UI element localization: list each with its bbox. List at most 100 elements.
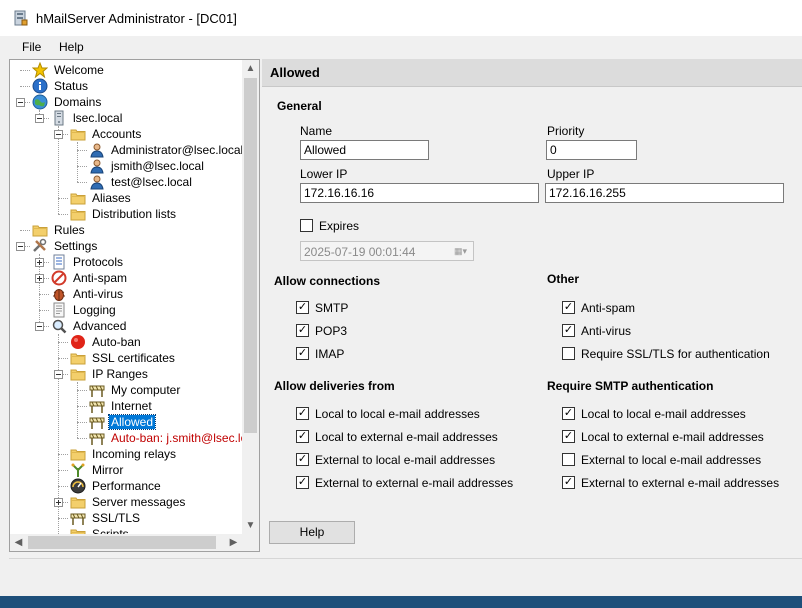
checkbox-label: External to external e-mail addresses — [315, 476, 514, 490]
tree-connector — [39, 310, 49, 311]
app-icon — [14, 10, 28, 26]
vertical-scroll-thumb[interactable] — [244, 78, 257, 433]
user-icon — [90, 159, 104, 174]
horizontal-scroll-thumb[interactable] — [28, 536, 216, 549]
tree-item-label: jsmith@lsec.local — [111, 159, 204, 173]
user-icon — [90, 175, 104, 190]
general-heading: General — [277, 99, 322, 113]
tree-item-label: Scripts — [92, 527, 129, 534]
tree-connector — [58, 486, 68, 487]
tree-connector — [77, 406, 87, 407]
collapse-minus-icon[interactable] — [35, 322, 44, 331]
expand-plus-icon[interactable] — [35, 258, 44, 267]
folder-icon — [32, 225, 48, 237]
tree-connector — [20, 86, 30, 87]
tree-connector — [77, 142, 78, 182]
folder-icon — [70, 497, 86, 509]
checkbox[interactable]: ✓ — [562, 301, 575, 314]
expires-date-picker: 2025-07-19 00:01:44 ▦▾ — [300, 241, 474, 261]
priority-input[interactable] — [546, 140, 637, 160]
menu-file[interactable]: File — [22, 40, 41, 54]
checkbox[interactable]: ✓ — [562, 476, 575, 489]
name-label: Name — [300, 124, 333, 138]
menu-help[interactable]: Help — [59, 40, 84, 54]
checkbox-label: External to local e-mail addresses — [581, 453, 762, 467]
folder-icon — [70, 529, 86, 534]
checkbox[interactable]: ✓ — [296, 347, 309, 360]
tree-horizontal-scrollbar[interactable]: ◀ ▶ — [10, 534, 242, 551]
lower-ip-input[interactable] — [300, 183, 539, 203]
checkbox[interactable]: ✓ — [296, 301, 309, 314]
tree-item-label: My computer — [111, 383, 181, 397]
collapse-minus-icon[interactable] — [54, 370, 63, 379]
tree-vertical-scrollbar[interactable]: ▲ ▼ — [242, 60, 259, 534]
checkbox[interactable]: ✓ — [562, 407, 575, 420]
upper-ip-input[interactable] — [545, 183, 784, 203]
document-icon — [53, 254, 65, 270]
collapse-minus-icon[interactable] — [16, 242, 25, 251]
scroll-left-arrow-icon[interactable]: ◀ — [10, 534, 27, 551]
tree-connector — [20, 70, 30, 71]
name-input[interactable] — [300, 140, 429, 160]
tree-item-label: Server messages — [92, 495, 186, 509]
scroll-right-arrow-icon[interactable]: ▶ — [225, 534, 242, 551]
expires-checkbox[interactable] — [300, 219, 313, 232]
tree-item-label: Auto-ban: j.smith@lsec.loca — [111, 431, 242, 445]
barrier-icon — [70, 513, 86, 525]
tree-item-label: Auto-ban — [92, 335, 141, 349]
star-icon — [32, 62, 48, 78]
menu-bar: File Help — [0, 36, 802, 58]
checkbox-label: POP3 — [315, 324, 348, 338]
collapse-minus-icon[interactable] — [54, 130, 63, 139]
checkbox[interactable]: ✓ — [296, 430, 309, 443]
scroll-up-arrow-icon[interactable]: ▲ — [242, 60, 259, 77]
scroll-down-arrow-icon[interactable]: ▼ — [242, 517, 259, 534]
tree-item-label: Logging — [73, 303, 116, 317]
checkbox-label: Local to local e-mail addresses — [581, 407, 746, 421]
tree-connector — [58, 454, 68, 455]
checkbox-label: Local to external e-mail addresses — [315, 430, 498, 444]
tree-connector — [77, 382, 78, 438]
upper-ip-label: Upper IP — [547, 167, 595, 181]
magnifier-icon — [52, 319, 67, 334]
tree-connector — [58, 470, 68, 471]
checkbox[interactable]: ✓ — [562, 324, 575, 337]
expand-plus-icon[interactable] — [54, 498, 63, 507]
red-dot-icon — [71, 335, 85, 349]
checkbox-label: External to local e-mail addresses — [315, 453, 496, 467]
tree-item-label: IP Ranges — [92, 367, 148, 381]
collapse-minus-icon[interactable] — [16, 98, 25, 107]
help-button[interactable]: Help — [269, 521, 355, 544]
tree-item-label: Domains — [54, 95, 102, 109]
tree-item-label: lsec.local — [73, 111, 123, 125]
tree-item-label: Distribution lists — [92, 207, 177, 221]
tree-item-label: Anti-virus — [73, 287, 124, 301]
tree-rows: Welcome Status Domains lsec.local Accounts Ad… — [10, 60, 242, 534]
navigation-tree[interactable]: Welcome Status Domains lsec.local Accounts Ad… — [9, 59, 260, 552]
tree-item-label: Performance — [92, 479, 161, 493]
tree-connector — [39, 294, 49, 295]
tree-connector — [58, 198, 68, 199]
tree-connector — [20, 230, 30, 231]
checkbox-label: External to external e-mail addresses — [581, 476, 780, 490]
calendar-dropdown-icon: ▦▾ — [454, 246, 468, 256]
checkbox[interactable]: ✓ — [562, 430, 575, 443]
checkbox[interactable]: ✓ — [296, 476, 309, 489]
status-bar — [9, 558, 802, 594]
tree-item-label: Accounts — [92, 127, 142, 141]
checkbox[interactable]: ✓ — [296, 407, 309, 420]
checkbox[interactable]: ✓ — [296, 453, 309, 466]
checkbox[interactable] — [562, 453, 575, 466]
folder-icon — [70, 209, 86, 221]
expand-plus-icon[interactable] — [35, 274, 44, 283]
tree-connector — [77, 438, 87, 439]
lower-ip-label: Lower IP — [300, 167, 348, 181]
collapse-minus-icon[interactable] — [35, 114, 44, 123]
checkbox[interactable] — [562, 347, 575, 360]
no-entry-icon — [51, 270, 67, 286]
globe-icon — [32, 94, 48, 110]
checkbox[interactable]: ✓ — [296, 324, 309, 337]
info-icon — [32, 78, 48, 94]
tree-item-label: Status — [54, 79, 89, 93]
page-header: Allowed — [262, 59, 802, 87]
